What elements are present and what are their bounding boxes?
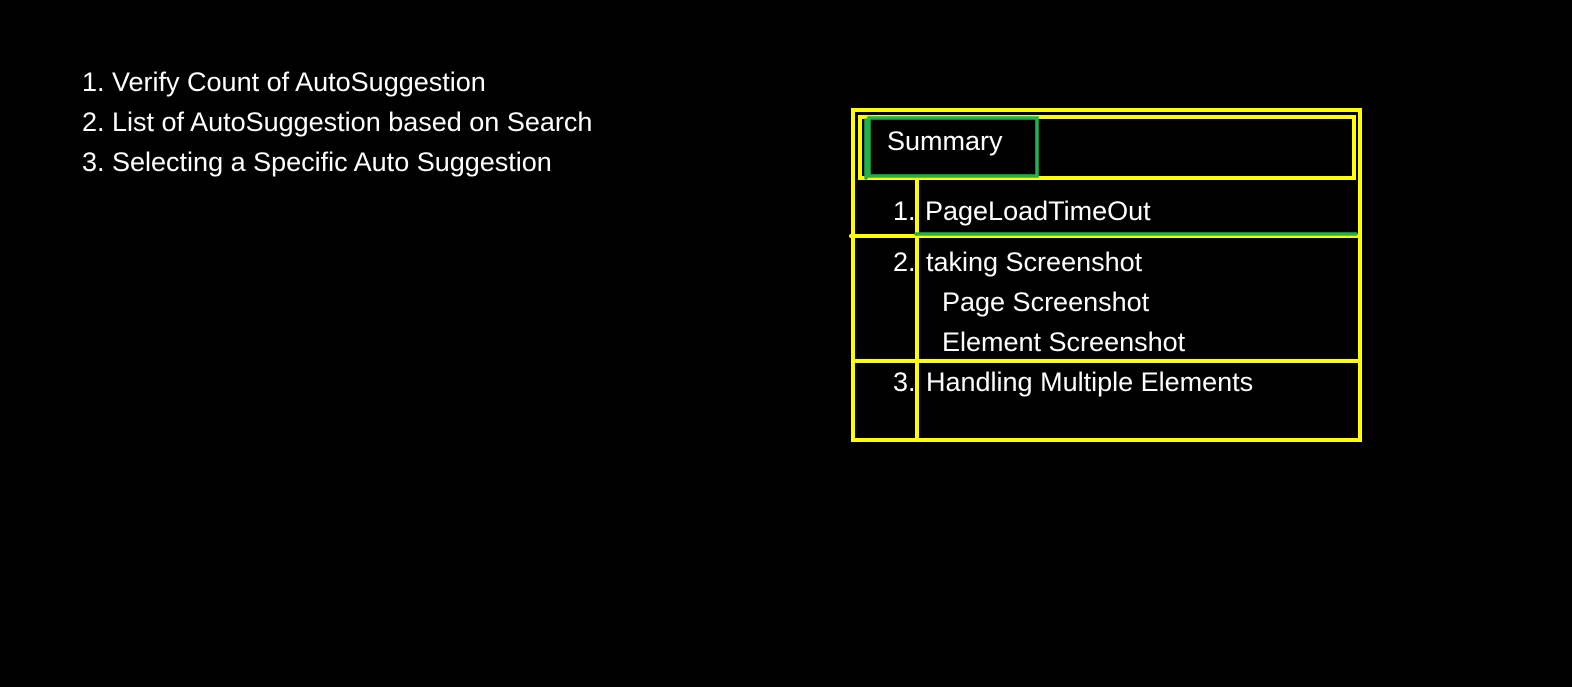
agenda-item: 2. List of AutoSuggestion based on Searc… <box>82 107 593 137</box>
summary-subitem: Page Screenshot <box>942 287 1150 317</box>
summary-title: Summary <box>887 126 1003 156</box>
summary-item-number: 2. <box>893 247 916 277</box>
agenda-item: 1. Verify Count of AutoSuggestion <box>82 67 486 97</box>
summary-item-text: PageLoadTimeOut <box>925 196 1151 226</box>
summary-item-number: 3. <box>893 367 916 397</box>
summary-item-number: 1. <box>893 196 916 226</box>
agenda-list: 1. Verify Count of AutoSuggestion 2. Lis… <box>82 62 592 182</box>
summary-subitem: Element Screenshot <box>942 327 1186 357</box>
summary-item-text: taking Screenshot <box>926 247 1143 277</box>
summary-item-text: Handling Multiple Elements <box>926 367 1254 397</box>
agenda-item: 3. Selecting a Specific Auto Suggestion <box>82 147 552 177</box>
